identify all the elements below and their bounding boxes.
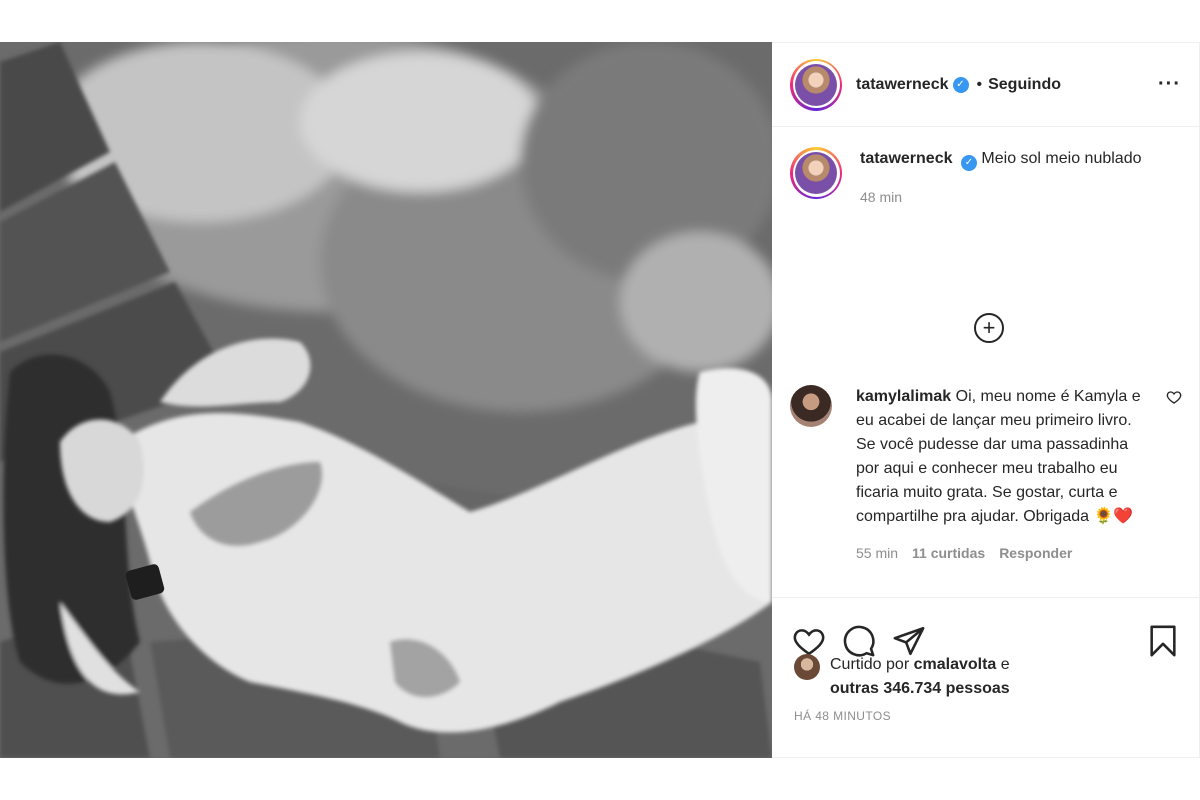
others-likes-link[interactable]: outras 346.734 pessoas bbox=[830, 680, 1010, 697]
liker-username[interactable]: cmalavolta bbox=[914, 656, 997, 673]
caption-username[interactable]: tatawerneck bbox=[860, 150, 953, 167]
load-more-comments-button[interactable]: + bbox=[974, 313, 1004, 343]
liked-by-prefix: Curtido por bbox=[830, 656, 910, 673]
post-header: tatawerneck ✓ • Seguindo ··· bbox=[772, 43, 1199, 127]
post-timestamp[interactable]: HÁ 48 MINUTOS bbox=[794, 709, 891, 723]
comment-meta: 55 min 11 curtidas Responder bbox=[856, 541, 1146, 565]
author-username[interactable]: tatawerneck bbox=[856, 76, 949, 94]
comment-like-heart-icon[interactable] bbox=[1166, 389, 1182, 405]
more-options-icon[interactable]: ··· bbox=[1158, 73, 1181, 96]
comment-item: kamylalimak Oi, meu nome é Kamyla e eu a… bbox=[790, 385, 1182, 565]
comment-text: Oi, meu nome é Kamyla e eu acabei de lan… bbox=[856, 388, 1141, 525]
liker-avatar[interactable] bbox=[794, 654, 820, 680]
verified-badge-icon: ✓ bbox=[960, 155, 977, 171]
caption: tatawerneck ✓ Meio sol meio nublado 48 m… bbox=[790, 147, 1182, 209]
comment-likes[interactable]: 11 curtidas bbox=[912, 541, 985, 565]
instagram-post: tatawerneck ✓ • Seguindo ··· tatawerneck… bbox=[0, 42, 1200, 758]
post-side-panel: tatawerneck ✓ • Seguindo ··· tatawerneck… bbox=[772, 42, 1200, 758]
comment-time[interactable]: 55 min bbox=[856, 541, 898, 565]
commenter-avatar[interactable] bbox=[790, 385, 832, 427]
comments-section: tatawerneck ✓ Meio sol meio nublado 48 m… bbox=[772, 127, 1200, 597]
plus-circle-icon: + bbox=[982, 315, 996, 340]
post-photo-image bbox=[0, 42, 772, 758]
reply-button[interactable]: Responder bbox=[999, 541, 1072, 565]
separator-dot: • bbox=[976, 75, 983, 93]
following-button[interactable]: Seguindo bbox=[988, 76, 1061, 94]
author-avatar[interactable] bbox=[790, 58, 842, 111]
likes-summary: Curtido por cmalavolta e outras 346.734 … bbox=[794, 653, 1184, 701]
caption-author-avatar[interactable] bbox=[790, 147, 842, 199]
post-photo[interactable] bbox=[0, 42, 772, 758]
verified-badge-icon: ✓ bbox=[952, 76, 969, 93]
commenter-username[interactable]: kamylalimak bbox=[856, 388, 951, 405]
caption-time[interactable]: 48 min bbox=[860, 185, 1160, 209]
likes-connector: e bbox=[1000, 656, 1010, 673]
caption-text: Meio sol meio nublado bbox=[981, 150, 1142, 167]
